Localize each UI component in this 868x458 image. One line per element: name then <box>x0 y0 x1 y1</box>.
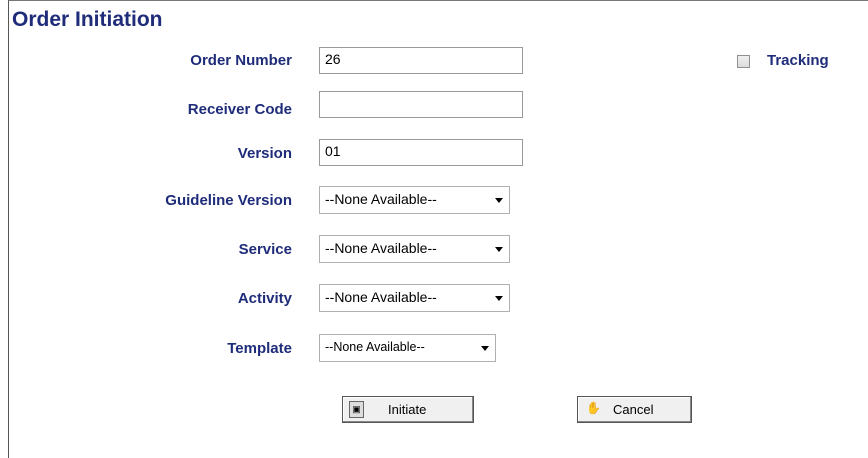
template-label: Template <box>227 340 292 357</box>
tracking-label: Tracking <box>767 52 829 69</box>
receiver-code-label: Receiver Code <box>187 101 292 118</box>
chevron-down-icon <box>495 247 503 252</box>
chevron-down-icon <box>495 296 503 301</box>
receiver-code-field[interactable] <box>319 91 523 118</box>
cancel-button-label: Cancel <box>613 402 654 417</box>
chevron-down-icon <box>495 198 503 203</box>
version-label: Version <box>237 145 292 162</box>
initiate-button-label: Initiate <box>388 402 427 417</box>
cancel-button[interactable]: ✋ Cancel <box>577 396 692 423</box>
activity-select[interactable]: --None Available-- <box>319 284 510 312</box>
service-label: Service <box>238 241 292 258</box>
version-field[interactable]: 01 <box>319 139 523 166</box>
activity-label: Activity <box>237 290 292 307</box>
template-value: --None Available-- <box>325 340 425 354</box>
hand-icon: ✋ <box>586 401 601 415</box>
guideline-version-select[interactable]: --None Available-- <box>319 186 510 214</box>
service-select[interactable]: --None Available-- <box>319 235 510 263</box>
order-number-field[interactable]: 26 <box>319 47 523 74</box>
tracking-checkbox[interactable] <box>737 55 750 68</box>
template-select[interactable]: --None Available-- <box>319 334 496 362</box>
guideline-version-value: --None Available-- <box>325 191 437 207</box>
chevron-down-icon <box>481 346 489 351</box>
guideline-version-label: Guideline Version <box>165 192 292 209</box>
initiate-icon: ▣ <box>349 401 364 418</box>
initiate-button[interactable]: ▣ Initiate <box>342 396 474 423</box>
page-title: Order Initiation <box>12 8 163 31</box>
service-value: --None Available-- <box>325 240 437 256</box>
order-number-label: Order Number <box>190 52 292 69</box>
activity-value: --None Available-- <box>325 289 437 305</box>
